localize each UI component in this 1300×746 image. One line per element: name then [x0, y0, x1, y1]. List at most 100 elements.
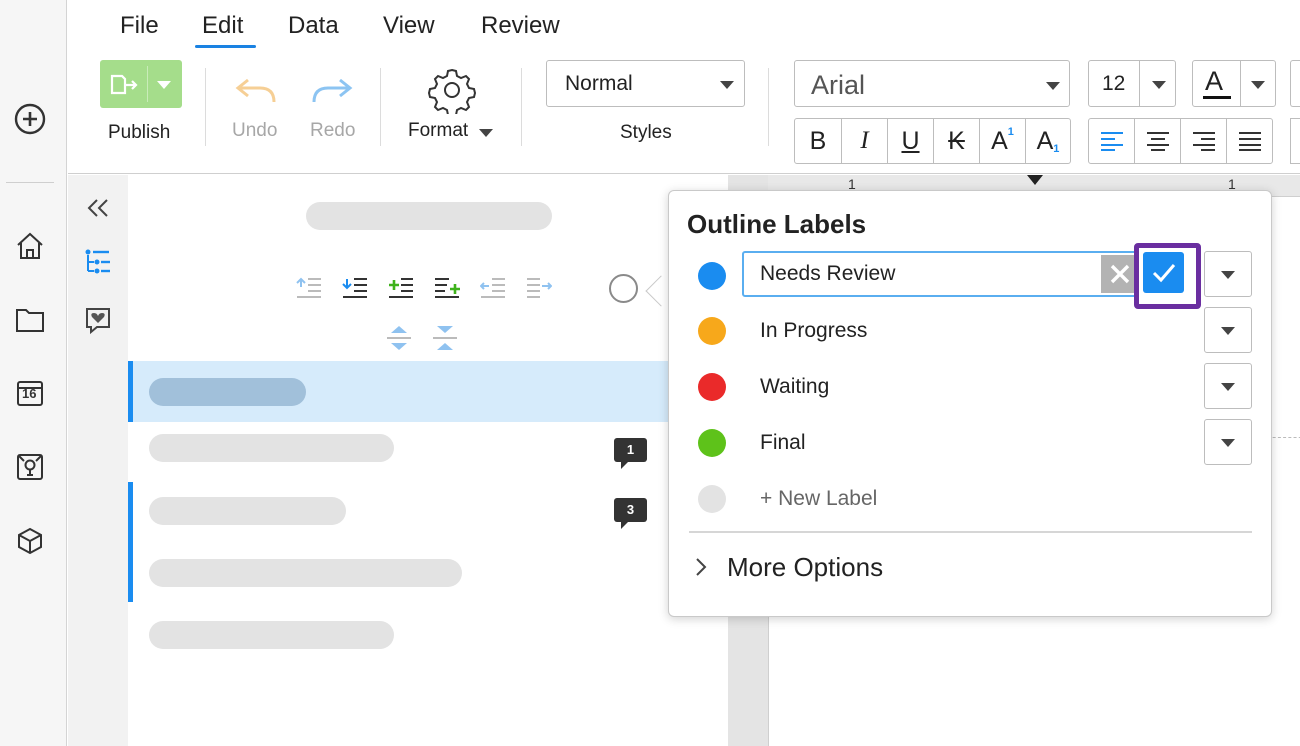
styles-label: Styles [620, 122, 672, 143]
redo-button[interactable]: Redo [306, 74, 362, 154]
menu-review[interactable]: Review [481, 12, 560, 40]
outline-view-icon[interactable] [80, 245, 116, 281]
move-up-icon[interactable] [296, 275, 322, 301]
insert-below-icon[interactable] [434, 275, 460, 301]
comment-count-badge[interactable]: 3 [614, 498, 647, 529]
font-size-select[interactable]: 12 [1088, 60, 1176, 107]
chevron-down-icon [1221, 271, 1235, 279]
app-window: 16 File Edit Data View Review Publish Un… [0, 0, 1300, 746]
strikethrough-button[interactable]: K [933, 118, 980, 164]
align-right-button[interactable] [1180, 118, 1227, 164]
align-left-icon [1100, 132, 1123, 151]
label-row[interactable]: In Progress [669, 307, 1271, 357]
subscript-mark: 1 [1053, 143, 1060, 155]
chevron-down-icon [1221, 383, 1235, 391]
add-icon[interactable] [13, 102, 47, 136]
new-label-dot [698, 485, 726, 513]
styles-select[interactable]: Normal [546, 60, 745, 107]
outdent-icon[interactable] [480, 275, 506, 301]
outline-panel: 1 3 [68, 175, 728, 746]
menu-bar: File Edit Data View Review [68, 0, 1300, 52]
chevron-right-icon [696, 558, 707, 576]
align-center-button[interactable] [1134, 118, 1181, 164]
styles-value: Normal [565, 72, 633, 95]
label-options-dropdown[interactable] [1204, 363, 1252, 409]
indent-icon[interactable] [526, 275, 552, 301]
collapse-all-icon[interactable] [432, 325, 458, 351]
label-options-dropdown[interactable] [1204, 307, 1252, 353]
row-indicator [128, 482, 133, 602]
label-color-dot[interactable] [698, 262, 726, 290]
outline-side-toolbar [68, 175, 128, 746]
label-color-dot[interactable] [698, 373, 726, 401]
publish-label: Publish [108, 122, 171, 143]
font-color-select[interactable]: A [1192, 60, 1276, 107]
font-family-select[interactable]: Arial [794, 60, 1070, 107]
menu-view[interactable]: View [383, 12, 435, 40]
publish-button[interactable] [100, 60, 182, 108]
label-options-dropdown[interactable] [1204, 251, 1252, 297]
menu-file[interactable]: File [120, 12, 159, 40]
menu-active-indicator [195, 45, 256, 48]
row-indicator [128, 361, 133, 422]
cube-icon[interactable] [13, 524, 47, 558]
checkmark-icon [1152, 263, 1175, 282]
italic-glyph: I [860, 127, 869, 154]
align-justify-icon [1238, 132, 1261, 151]
align-justify-button[interactable] [1226, 118, 1273, 164]
superscript-button[interactable]: A 1 [979, 118, 1026, 164]
confirm-highlight [1134, 243, 1201, 309]
rail-divider [6, 182, 54, 183]
new-label-row[interactable]: + New Label [669, 475, 1271, 525]
redo-icon [310, 76, 354, 111]
menu-edit[interactable]: Edit [202, 12, 243, 40]
more-options-toggle[interactable]: More Options [695, 549, 883, 585]
toolbar-divider [521, 68, 522, 146]
expand-all-icon[interactable] [386, 325, 412, 351]
app-rail: 16 [0, 0, 67, 746]
toolbar: Publish Undo Redo Format Normal Styles A… [68, 52, 1300, 174]
subscript-button[interactable]: A 1 [1025, 118, 1071, 164]
italic-button[interactable]: I [841, 118, 888, 164]
label-name: Final [760, 431, 806, 454]
chevron-down-icon [1046, 82, 1060, 90]
home-icon[interactable] [13, 229, 47, 263]
label-row[interactable]: Final [669, 419, 1271, 469]
label-color-dot[interactable] [698, 429, 726, 457]
folder-icon[interactable] [13, 303, 47, 337]
label-name: In Progress [760, 319, 868, 342]
overflow-control[interactable] [1290, 60, 1300, 107]
favorites-icon[interactable] [80, 302, 116, 338]
move-down-icon[interactable] [342, 275, 368, 301]
publish-dropdown-icon[interactable] [157, 81, 171, 89]
menu-data[interactable]: Data [288, 12, 339, 40]
outline-row-text [149, 559, 462, 587]
align-center-icon [1146, 132, 1169, 151]
label-row[interactable]: Waiting [669, 363, 1271, 413]
overflow-control[interactable] [1290, 118, 1300, 164]
align-left-button[interactable] [1088, 118, 1135, 164]
outline-row-text [149, 497, 346, 525]
label-options-dropdown[interactable] [1204, 419, 1252, 465]
label-name-input[interactable] [742, 251, 1138, 297]
strikethrough-glyph: K [948, 126, 965, 155]
toolbar-divider [380, 68, 381, 146]
popover-title: Outline Labels [687, 209, 867, 239]
ruler-indent-marker[interactable] [1027, 175, 1043, 185]
undo-button[interactable]: Undo [228, 74, 284, 154]
comment-count-badge[interactable]: 1 [614, 438, 647, 469]
template-icon[interactable] [13, 450, 47, 484]
label-selector-circle[interactable] [609, 274, 638, 303]
label-color-dot[interactable] [698, 317, 726, 345]
gear-icon [427, 66, 477, 119]
bold-button[interactable]: B [794, 118, 842, 164]
format-dropdown-icon [479, 129, 493, 137]
calendar-icon[interactable]: 16 [13, 376, 47, 410]
collapse-panel-icon[interactable] [80, 190, 116, 226]
underline-button[interactable]: U [887, 118, 934, 164]
toolbar-divider [205, 68, 206, 146]
confirm-edit-button[interactable] [1143, 252, 1184, 293]
new-label-button[interactable]: + New Label [760, 487, 877, 511]
format-button[interactable]: Format [404, 66, 500, 158]
insert-above-icon[interactable] [388, 275, 414, 301]
